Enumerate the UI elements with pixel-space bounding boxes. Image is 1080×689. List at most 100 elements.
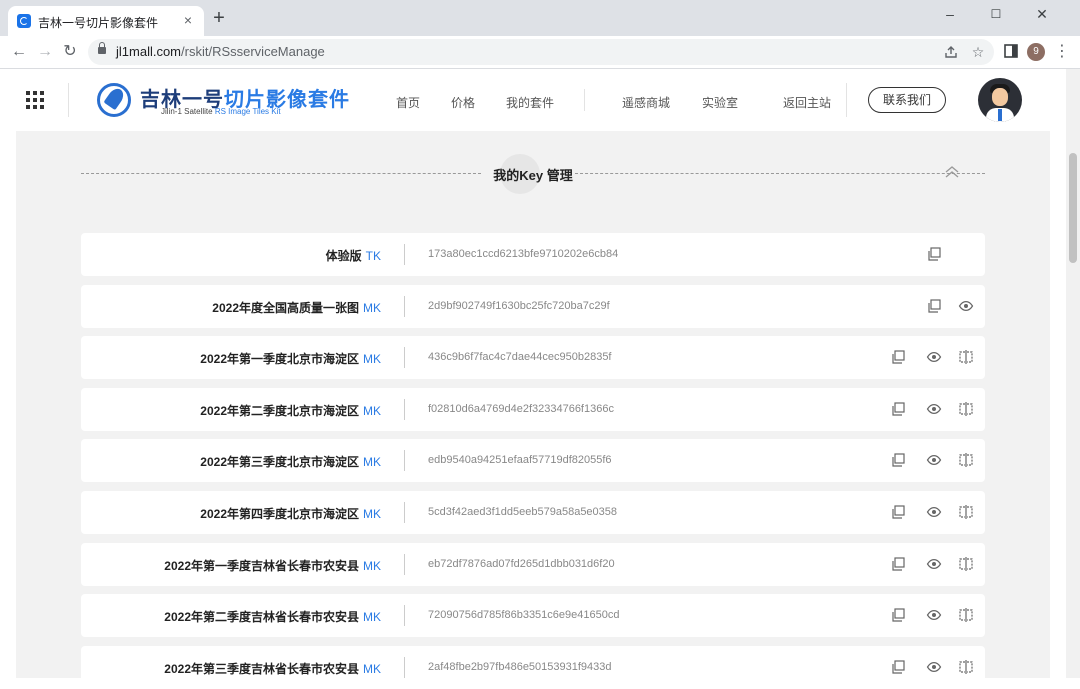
key-name-text: 2022年度全国高质量一张图	[212, 301, 359, 315]
lock-icon[interactable]	[98, 42, 106, 54]
url-text[interactable]: jl1mall.com/rskit/RSsserviceManage	[116, 44, 325, 59]
key-name-text: 2022年第四季度北京市海淀区	[200, 507, 359, 521]
key-type-badge: MK	[363, 610, 381, 624]
menu-icon[interactable]: ⋮	[1054, 43, 1070, 61]
nav-main-site[interactable]: 返回主站	[783, 94, 831, 111]
key-name-text: 2022年第三季度北京市海淀区	[200, 455, 359, 469]
row-separator	[404, 657, 405, 678]
profile-icon[interactable]: 9	[1027, 43, 1045, 61]
page-scrollbar[interactable]	[1066, 69, 1080, 678]
key-type-badge: TK	[365, 249, 381, 263]
satellite-logo-icon[interactable]	[97, 83, 131, 117]
compare-icon[interactable]	[958, 659, 974, 675]
key-row: 2022年第三季度北京市海淀区 MK edb9540a94251efaaf57719…	[81, 439, 985, 482]
logo-subtitle: Jilin-1 Satellite RS Image Tiles Kit	[161, 107, 281, 116]
minimize-icon[interactable]: –	[932, 4, 968, 24]
share-icon[interactable]	[943, 44, 959, 60]
site-header: 吉林一号切片影像套件 Jilin-1 Satellite RS Image Ti…	[0, 69, 1066, 131]
section-header: 我的Key 管理	[81, 154, 985, 194]
eye-icon[interactable]	[926, 349, 942, 365]
key-row: 2022年第三季度吉林省长春市农安县 MK 2af48fbe2b97fb486e50…	[81, 646, 985, 689]
row-separator	[404, 296, 405, 317]
eye-icon[interactable]	[926, 556, 942, 572]
nav-home[interactable]: 首页	[396, 94, 420, 111]
key-name-text: 2022年第三季度吉林省长春市农安县	[164, 662, 359, 676]
copy-icon[interactable]	[890, 556, 906, 572]
forward-icon[interactable]: →	[36, 43, 54, 61]
section-title: 我的Key 管理	[493, 168, 573, 183]
row-separator	[404, 605, 405, 626]
copy-icon[interactable]	[890, 659, 906, 675]
key-type-badge: MK	[363, 662, 381, 676]
eye-icon[interactable]	[926, 659, 942, 675]
copy-icon[interactable]	[926, 298, 942, 314]
star-icon[interactable]: ☆	[970, 44, 986, 60]
maximize-icon[interactable]: ☐	[978, 4, 1014, 24]
key-name: 2022年第四季度北京市海淀区 MK	[200, 505, 381, 522]
browser-toolbar: ← → ↻ jl1mall.com/rskit/RSsserviceManage…	[0, 36, 1080, 69]
apps-grid-icon[interactable]	[26, 91, 44, 109]
row-separator	[404, 554, 405, 575]
key-name: 2022年第一季度吉林省长春市农安县 MK	[164, 557, 381, 574]
compare-icon[interactable]	[958, 504, 974, 520]
key-name-text: 2022年第二季度北京市海淀区	[200, 404, 359, 418]
key-value[interactable]: eb72df7876ad07fd265d1dbb031d6f20	[428, 558, 615, 570]
tab-close-icon[interactable]: ×	[180, 12, 196, 28]
avatar[interactable]	[978, 78, 1022, 122]
compare-icon[interactable]	[958, 607, 974, 623]
url-host: jl1mall.com	[116, 44, 182, 59]
eye-icon[interactable]	[926, 401, 942, 417]
copy-icon[interactable]	[890, 401, 906, 417]
copy-icon[interactable]	[890, 504, 906, 520]
new-tab-button[interactable]: +	[210, 8, 228, 28]
key-value[interactable]: edb9540a94251efaaf57719df82055f6	[428, 454, 612, 466]
row-separator	[404, 502, 405, 523]
key-value[interactable]: 173a80ec1ccd6213bfe9710202e6cb84	[428, 248, 618, 260]
eye-icon[interactable]	[926, 504, 942, 520]
eye-icon[interactable]	[926, 607, 942, 623]
nav-rs-mall[interactable]: 遥感商城	[622, 94, 670, 111]
copy-icon[interactable]	[890, 452, 906, 468]
back-icon[interactable]: ←	[10, 43, 28, 61]
compare-icon[interactable]	[958, 556, 974, 572]
contact-us-button[interactable]: 联系我们	[868, 87, 946, 113]
url-path: /rskit/RSsserviceManage	[181, 44, 325, 59]
tab-title: 吉林一号切片影像套件	[38, 16, 159, 30]
logo-sub-accent: RS Image Tiles Kit	[214, 107, 281, 116]
key-name: 2022年第三季度北京市海淀区 MK	[200, 453, 381, 470]
key-name-text: 2022年第二季度吉林省长春市农安县	[164, 610, 359, 624]
copy-icon[interactable]	[890, 349, 906, 365]
key-name-text: 体验版	[325, 249, 362, 263]
compare-icon[interactable]	[958, 349, 974, 365]
browser-tabstrip: 吉林一号切片影像套件 × + – ☐ ✕	[0, 0, 1080, 36]
key-value[interactable]: 72090756d785f86b3351c6e9e41650cd	[428, 609, 619, 621]
collapse-chevron-up-icon[interactable]	[943, 164, 961, 182]
eye-icon[interactable]	[958, 298, 974, 314]
key-value[interactable]: 2af48fbe2b97fb486e50153931f9433d	[428, 661, 612, 673]
nav-lab[interactable]: 实验室	[702, 94, 738, 111]
sidebar-icon[interactable]	[1003, 44, 1019, 60]
address-bar[interactable]: jl1mall.com/rskit/RSsserviceManage ☆	[88, 39, 994, 65]
key-row: 2022年第一季度吉林省长春市农安县 MK eb72df7876ad07fd265d…	[81, 543, 985, 586]
reload-icon[interactable]: ↻	[61, 43, 79, 61]
key-type-badge: MK	[363, 455, 381, 469]
compare-icon[interactable]	[958, 401, 974, 417]
favicon-icon	[17, 14, 31, 28]
browser-tab[interactable]: 吉林一号切片影像套件 ×	[8, 6, 204, 36]
key-row: 2022年第一季度北京市海淀区 MK 436c9b6f7fac4c7dae44cec…	[81, 336, 985, 379]
key-name: 2022年第一季度北京市海淀区 MK	[200, 350, 381, 367]
copy-icon[interactable]	[926, 246, 942, 262]
key-value[interactable]: 2d9bf902749f1630bc25fc720ba7c29f	[428, 300, 610, 312]
key-value[interactable]: 5cd3f42aed3f1dd5eeb579a58a5e0358	[428, 506, 617, 518]
eye-icon[interactable]	[926, 452, 942, 468]
row-separator	[404, 450, 405, 471]
compare-icon[interactable]	[958, 452, 974, 468]
close-window-icon[interactable]: ✕	[1024, 4, 1060, 24]
nav-pricing[interactable]: 价格	[451, 94, 475, 111]
key-value[interactable]: f02810d6a4769d4e2f32334766f1366c	[428, 403, 614, 415]
row-separator	[404, 399, 405, 420]
key-value[interactable]: 436c9b6f7fac4c7dae44cec950b2835f	[428, 351, 612, 363]
scroll-thumb[interactable]	[1069, 153, 1077, 263]
copy-icon[interactable]	[890, 607, 906, 623]
nav-my-kits[interactable]: 我的套件	[506, 94, 554, 111]
